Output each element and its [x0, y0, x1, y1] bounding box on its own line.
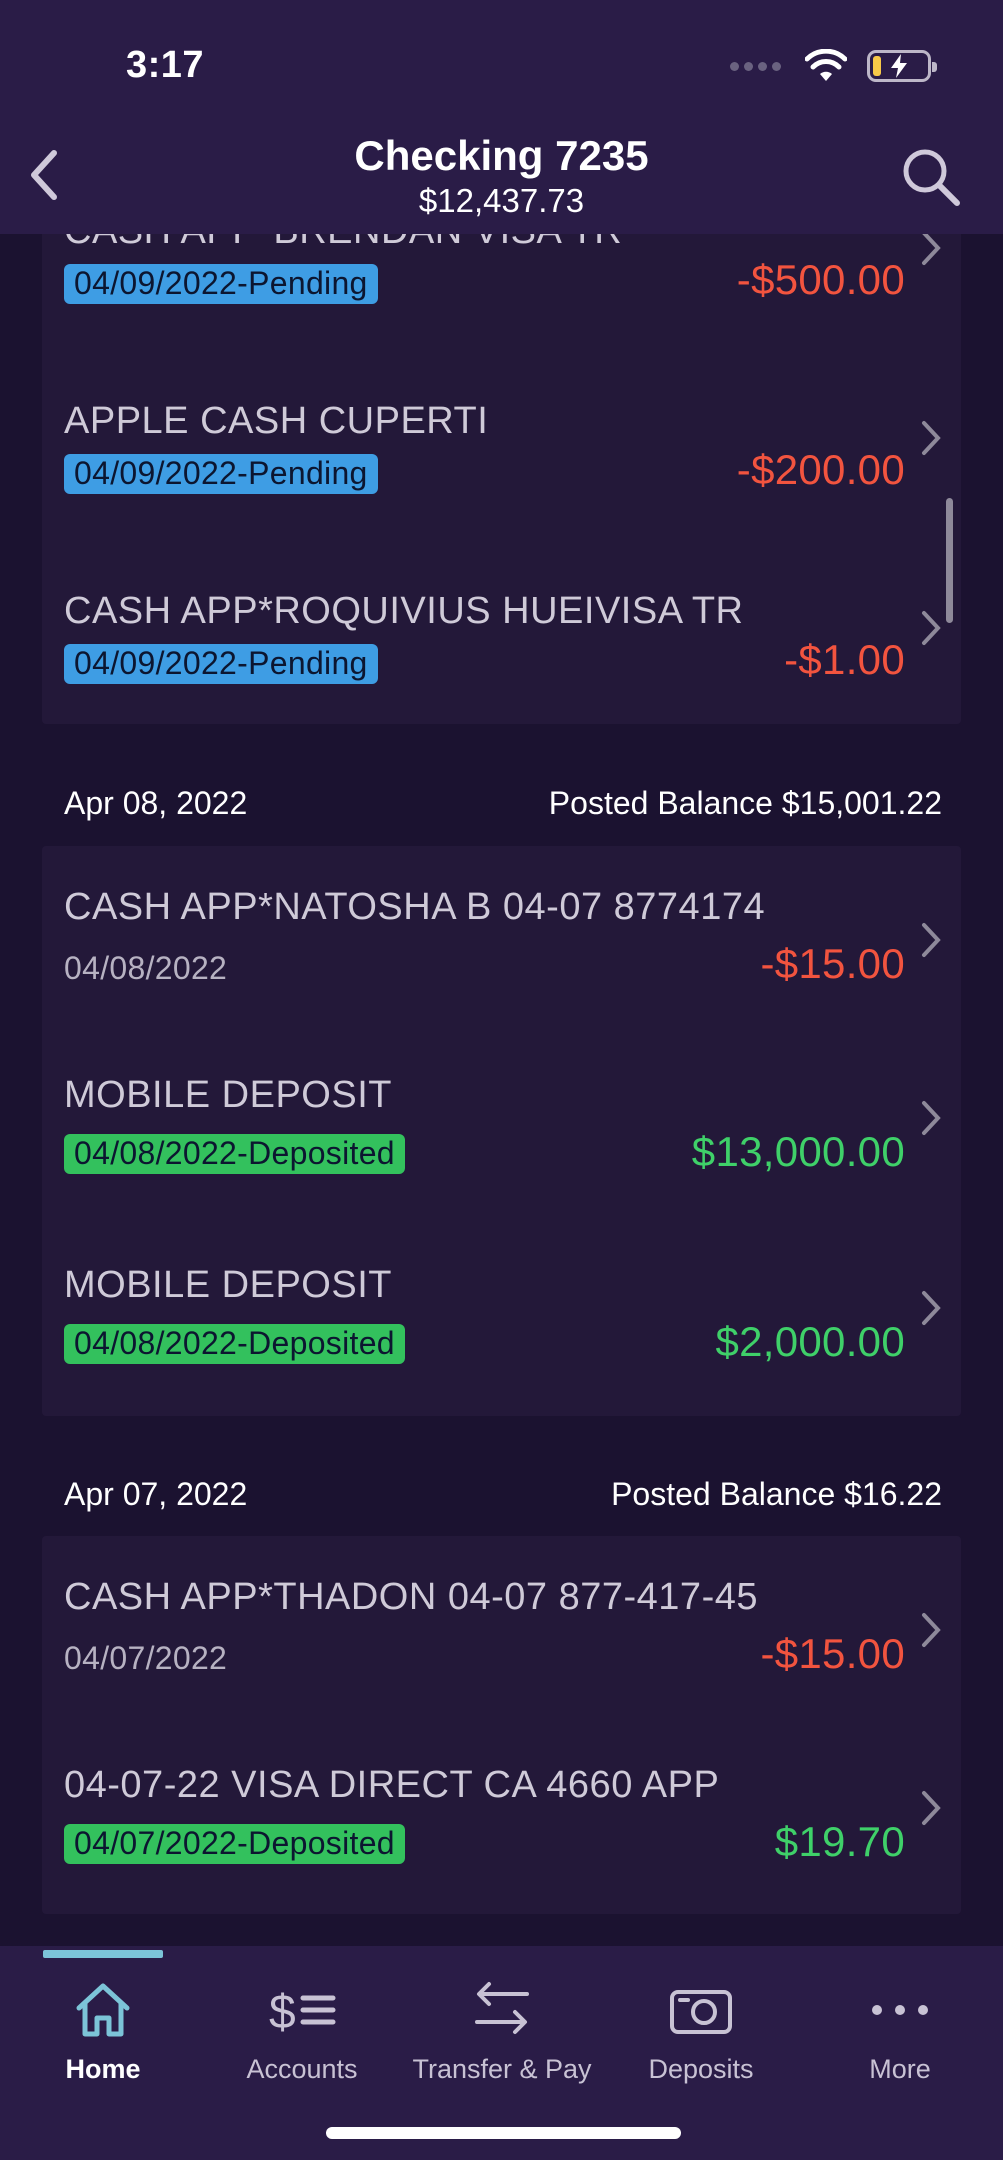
transaction-name: MOBILE DEPOSIT — [64, 1264, 392, 1306]
posted-balance: Posted Balance $16.22 — [611, 1476, 942, 1512]
cellular-signal-icon — [730, 61, 781, 71]
status-badge: 04/09/2022-Pending — [64, 644, 378, 684]
chevron-right-icon — [922, 1791, 941, 1825]
tab-more[interactable]: More — [800, 1966, 1000, 2085]
svg-text:$: $ — [269, 1986, 296, 2039]
chevron-right-icon — [922, 1101, 941, 1135]
tab-label: Home — [65, 2054, 141, 2084]
transaction-amount: -$15.00 — [760, 940, 905, 987]
status-icons — [730, 44, 937, 88]
tab-label: Accounts — [246, 2054, 358, 2084]
scrollbar-thumb[interactable] — [946, 498, 953, 623]
chevron-right-icon — [922, 923, 941, 957]
tab-deposits[interactable]: Deposits — [601, 1966, 801, 2085]
battery-icon — [867, 50, 937, 82]
transaction-row[interactable]: MOBILE DEPOSIT 04/08/2022-Deposited $2,0… — [42, 1226, 961, 1416]
transaction-row[interactable]: CASH APP*NATOSHA B 04-07 8774174 04/08/2… — [42, 846, 961, 1036]
day-date: Apr 07, 2022 — [64, 1476, 248, 1512]
account-title-block: Checking 7235 $12,437.73 — [0, 132, 1003, 220]
chevron-right-icon — [922, 234, 941, 265]
transaction-name: APPLE CASH CUPERTI — [64, 400, 489, 442]
status-badge: 04/08/2022-Deposited — [64, 1134, 405, 1174]
transaction-amount: $13,000.00 — [691, 1128, 905, 1175]
tab-label: Transfer & Pay — [412, 2054, 592, 2084]
transaction-row[interactable]: 04-07-22 VISA DIRECT CA 4660 APP 04/07/2… — [42, 1726, 961, 1916]
more-dots-icon — [872, 2005, 928, 2015]
transaction-name: 04-07-22 VISA DIRECT CA 4660 APP — [64, 1764, 720, 1806]
day-date: Apr 08, 2022 — [64, 785, 248, 821]
transaction-name: CASH APP*ROQUIVIUS HUEIVISA TR — [64, 590, 744, 632]
transaction-date: 04/08/2022 — [64, 950, 228, 986]
transaction-name: MOBILE DEPOSIT — [64, 1074, 392, 1116]
camera-icon — [670, 1990, 732, 2034]
transaction-row[interactable]: CASH APP*THADON 04-07 877-417-45 04/07/2… — [42, 1536, 961, 1726]
status-badge: 04/09/2022-Pending — [64, 264, 378, 304]
chevron-right-icon — [922, 1613, 941, 1647]
tab-label: More — [869, 2054, 931, 2084]
transaction-amount: -$500.00 — [736, 256, 905, 303]
transaction-card: CASH APP*THADON 04-07 877-417-45 04/07/2… — [42, 1536, 961, 1914]
search-icon[interactable] — [899, 145, 963, 209]
transaction-amount: $19.70 — [774, 1818, 905, 1865]
status-badge: 04/08/2022-Deposited — [64, 1324, 405, 1364]
transaction-name: CASH APP*NATOSHA B 04-07 8774174 — [64, 886, 766, 928]
accounts-icon: $ — [269, 1986, 336, 2039]
wifi-icon — [805, 49, 847, 81]
home-indicator — [326, 2127, 681, 2139]
top-header: 3:17 Checking 7235 $12,437.73 — [0, 0, 1003, 234]
page-title: Checking 7235 — [354, 132, 649, 179]
tab-home[interactable]: Home — [3, 1966, 203, 2085]
transaction-name: CASH APP*BRENDAN VISA TR — [64, 234, 622, 253]
status-badge: 04/09/2022-Pending — [64, 454, 378, 494]
active-tab-indicator — [43, 1950, 163, 1958]
transaction-name: CASH APP*THADON 04-07 877-417-45 — [64, 1576, 758, 1618]
transaction-amount: -$200.00 — [736, 446, 905, 493]
transaction-card: CASH APP*BRENDAN VISA TR 04/09/2022-Pend… — [42, 234, 961, 724]
home-icon — [76, 1983, 130, 2037]
transaction-amount: $2,000.00 — [715, 1318, 905, 1365]
transaction-list[interactable]: CASH APP*BRENDAN VISA TR 04/09/2022-Pend… — [0, 234, 1003, 1950]
status-time: 3:17 — [126, 44, 205, 86]
tab-transfer-pay[interactable]: Transfer & Pay — [402, 1966, 602, 2085]
day-header: Apr 07, 2022 Posted Balance $16.22 — [64, 1476, 942, 1513]
account-balance: $12,437.73 — [418, 182, 585, 219]
transaction-date: 04/07/2022 — [64, 1640, 228, 1676]
transaction-amount: -$15.00 — [760, 1630, 905, 1677]
tab-accounts[interactable]: $ Accounts — [202, 1966, 402, 2085]
transaction-row[interactable]: CASH APP*BRENDAN VISA TR 04/09/2022-Pend… — [42, 234, 961, 404]
tab-label: Deposits — [648, 2054, 754, 2084]
status-badge: 04/07/2022-Deposited — [64, 1824, 405, 1864]
chevron-right-icon — [922, 1291, 941, 1325]
day-header: Apr 08, 2022 Posted Balance $15,001.22 — [64, 785, 942, 822]
chevron-right-icon — [922, 421, 941, 455]
transaction-amount: -$1.00 — [784, 636, 905, 683]
transaction-row[interactable]: CASH APP*ROQUIVIUS HUEIVISA TR 04/09/202… — [42, 590, 961, 784]
posted-balance: Posted Balance $15,001.22 — [548, 785, 942, 821]
chevron-right-icon — [922, 611, 941, 645]
transaction-row[interactable]: MOBILE DEPOSIT 04/08/2022-Deposited $13,… — [42, 1036, 961, 1226]
transaction-row[interactable]: APPLE CASH CUPERTI 04/09/2022-Pending -$… — [42, 400, 961, 594]
transaction-card: CASH APP*NATOSHA B 04-07 8774174 04/08/2… — [42, 846, 961, 1416]
transfer-icon — [475, 1982, 529, 2034]
